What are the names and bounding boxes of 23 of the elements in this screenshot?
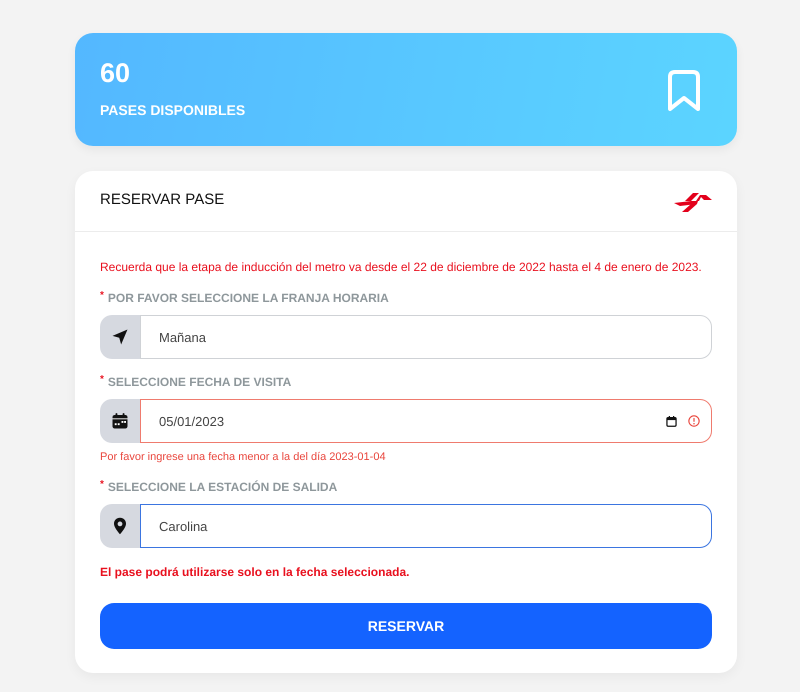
required-mark: * [100, 375, 104, 385]
notice-text: Recuerda que la etapa de inducción del metro va desde el 22 de diciembre de 2022 hasta el 4 de enero de 2023. [100, 260, 703, 274]
form-title: RESERVAR PASE [100, 190, 224, 208]
passes-label: PASES DISPONIBLES [100, 102, 246, 118]
station-field[interactable]: Carolina [140, 504, 712, 548]
bookmark-icon [666, 68, 702, 112]
navigation-arrow-icon [111, 328, 129, 346]
passes-count: 60 [100, 58, 132, 88]
date-field[interactable]: 05/01/2023 [140, 399, 712, 443]
reserve-button[interactable]: RESERVAR [100, 603, 712, 649]
required-mark: * [100, 291, 104, 301]
error-icon [688, 415, 700, 427]
error-message: Por favor ingrese una fecha menor a la del día 2023-01-04 [100, 451, 387, 464]
field-label: POR FAVOR SELECCIONE LA FRANJA HORARIA [108, 291, 389, 305]
calendar-icon [111, 412, 129, 430]
time-slot-field[interactable]: Mañana [140, 315, 712, 359]
logo-icon [674, 192, 712, 212]
field-label: SELECCIONE LA ESTACIÓN DE SALIDA [108, 480, 338, 494]
calendar-icon[interactable] [666, 416, 677, 426]
map-pin-icon [111, 517, 129, 535]
required-mark: * [100, 480, 104, 490]
note-text: El pase podrá utilizarse solo en la fecha seleccionada. [100, 565, 410, 579]
field-label: SELECCIONE FECHA DE VISITA [108, 375, 292, 389]
